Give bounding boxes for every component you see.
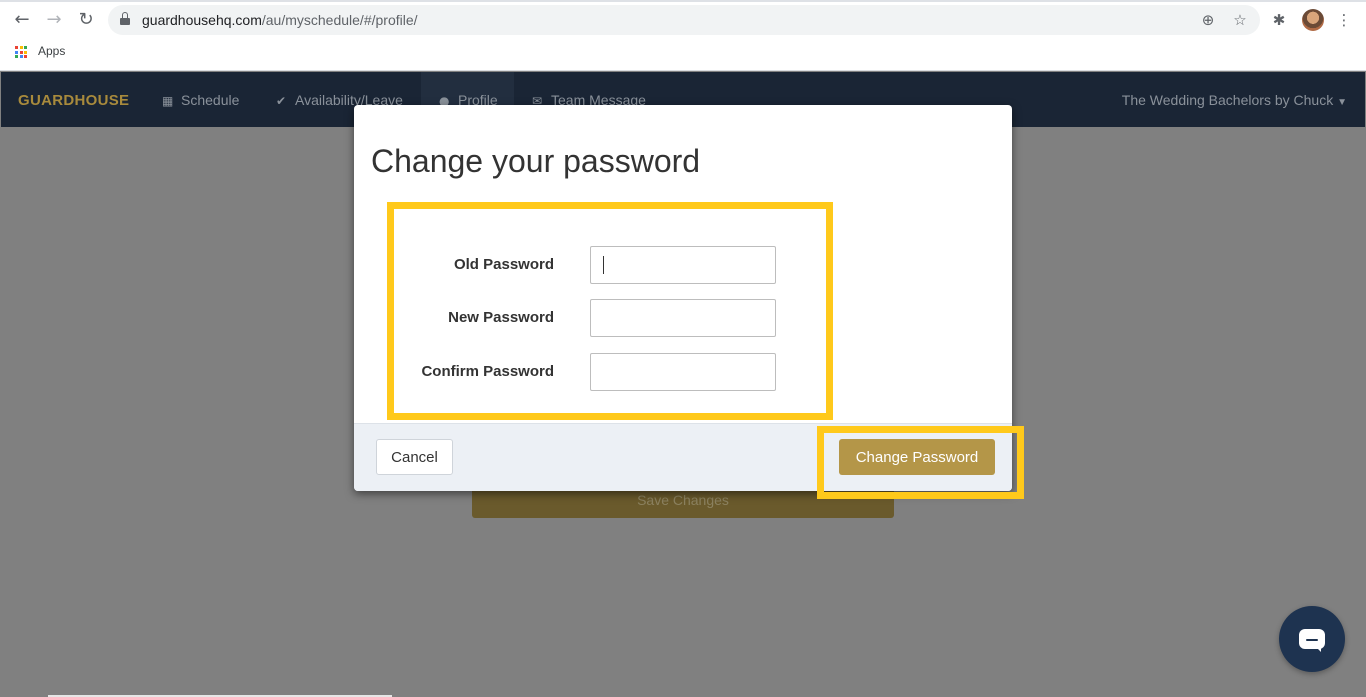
forward-arrow-icon[interactable]: →: [43, 9, 65, 31]
bookmarks-bar: Apps: [0, 40, 1366, 71]
browser-menu-icon[interactable]: ⋮: [1334, 10, 1354, 30]
nav-item-schedule[interactable]: ▦ Schedule: [162, 92, 239, 108]
cancel-button[interactable]: Cancel: [376, 439, 453, 475]
old-password-label: Old Password: [453, 256, 554, 273]
lock-icon[interactable]: [120, 12, 130, 26]
nav-item-label: Schedule: [181, 92, 240, 108]
confirm-password-row: Confirm Password: [388, 353, 828, 391]
text-cursor: [603, 256, 604, 274]
check-icon: ✔: [276, 94, 287, 108]
confirm-password-input[interactable]: [590, 353, 776, 391]
bookmark-apps[interactable]: Apps: [38, 44, 65, 58]
new-password-row: New Password: [388, 299, 828, 337]
url-host: guardhousehq.com: [142, 12, 262, 28]
chat-widget-button[interactable]: [1279, 606, 1345, 672]
org-name: The Wedding Bachelors by Chuck: [1121, 92, 1334, 108]
back-arrow-icon[interactable]: ←: [11, 9, 33, 31]
modal-footer: Cancel Change Password: [354, 423, 1012, 491]
confirm-password-label: Confirm Password: [421, 363, 554, 380]
apps-grid-icon[interactable]: [15, 46, 27, 58]
calendar-icon: ▦: [162, 94, 174, 108]
caret-down-icon: ▼: [1337, 97, 1347, 108]
chat-bubble-icon: [1299, 629, 1325, 652]
new-password-label: New Password: [448, 309, 554, 326]
zoom-icon[interactable]: ⊕: [1198, 10, 1218, 30]
bookmark-star-icon[interactable]: ☆: [1230, 10, 1250, 30]
new-password-input[interactable]: [590, 299, 776, 337]
extensions-puzzle-icon[interactable]: ✱: [1269, 10, 1289, 30]
change-password-modal: Change your password Old Password New Pa…: [354, 105, 1012, 491]
old-password-row: Old Password: [388, 246, 828, 284]
profile-avatar[interactable]: [1302, 9, 1324, 31]
brand-logo[interactable]: GUARDHOUSE: [18, 92, 129, 109]
address-bar-url[interactable]: guardhousehq.com/au/myschedule/#/profile…: [142, 12, 418, 28]
password-form: Old Password New Password Confirm Passwo…: [388, 205, 828, 415]
change-password-button[interactable]: Change Password: [839, 439, 995, 475]
old-password-input[interactable]: [590, 246, 776, 284]
org-dropdown[interactable]: The Wedding Bachelors by Chuck ▼: [1122, 92, 1347, 108]
browser-toolbar: ← → ↻ guardhousehq.com/au/myschedule/#/p…: [0, 0, 1366, 40]
reload-icon[interactable]: ↻: [75, 9, 97, 31]
tab-strip-edge: [0, 0, 1366, 2]
modal-title: Change your password: [371, 143, 701, 179]
url-path: /au/myschedule/#/profile/: [261, 12, 418, 28]
